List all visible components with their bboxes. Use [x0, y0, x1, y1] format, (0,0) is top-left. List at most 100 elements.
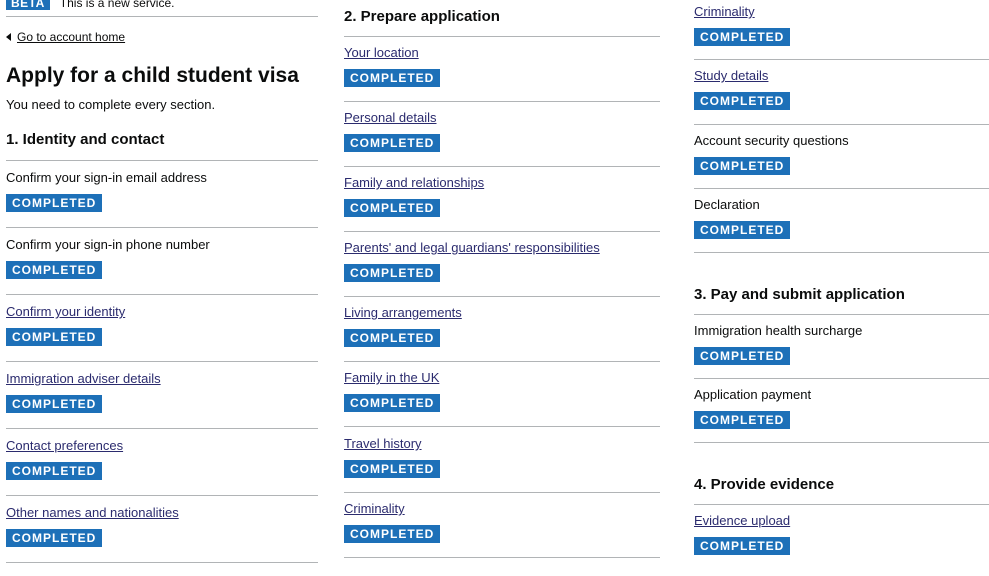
divider [344, 361, 660, 362]
task-link-evidence-upload[interactable]: Evidence upload [694, 513, 790, 528]
status-tag: COMPLETED [6, 194, 103, 212]
divider [694, 188, 989, 189]
task-item: Contact preferences COMPLETED [6, 438, 123, 480]
task-item: Study details COMPLETED [694, 68, 791, 110]
back-link[interactable]: Go to account home [6, 30, 125, 44]
status-tag: COMPLETED [6, 261, 103, 279]
back-link-label: Go to account home [17, 30, 126, 44]
task-link-criminality[interactable]: Criminality [344, 501, 440, 516]
page-title: Apply for a child student visa [6, 64, 299, 87]
task-item: Travel history COMPLETED [344, 436, 441, 478]
status-tag: COMPLETED [344, 460, 441, 478]
page-intro: You need to complete every section. [6, 97, 216, 112]
task-name: Immigration health surcharge [694, 323, 863, 338]
task-item: Criminality COMPLETED [344, 501, 441, 543]
divider [694, 378, 989, 379]
divider [6, 160, 318, 161]
divider [6, 495, 318, 496]
divider [6, 16, 318, 17]
divider [344, 557, 660, 558]
divider [694, 252, 989, 253]
divider [344, 231, 660, 232]
task-item: Account security questions COMPLETED [694, 133, 849, 175]
phase-banner: BETA This is a new service. [6, 0, 174, 11]
status-tag: COMPLETED [6, 462, 103, 480]
divider [694, 59, 989, 60]
task-link-other-names[interactable]: Other names and nationalities [6, 505, 179, 520]
divider [694, 124, 989, 125]
task-link-contact-preferences[interactable]: Contact preferences [6, 438, 123, 453]
status-tag: COMPLETED [344, 394, 441, 412]
beta-tag: BETA [6, 0, 50, 10]
status-tag: COMPLETED [694, 411, 791, 429]
task-link-criminality[interactable]: Criminality [694, 4, 790, 19]
status-tag: COMPLETED [344, 69, 441, 87]
task-item: Declaration COMPLETED [694, 197, 791, 239]
task-name: Account security questions [694, 133, 849, 148]
section-heading-identity: 1. Identity and contact [6, 131, 165, 148]
status-tag: COMPLETED [694, 92, 791, 110]
task-item: Confirm your sign-in phone number COMPLE… [6, 237, 210, 279]
task-item: Immigration health surcharge COMPLETED [694, 323, 862, 365]
task-item: Family and relationships COMPLETED [344, 175, 484, 217]
task-link-family-relationships[interactable]: Family and relationships [344, 175, 484, 190]
section-heading-provide-evidence: 4. Provide evidence [694, 476, 835, 493]
status-tag: COMPLETED [344, 329, 441, 347]
status-tag: COMPLETED [344, 199, 441, 217]
divider [344, 101, 660, 102]
divider [344, 426, 660, 427]
status-tag: COMPLETED [6, 395, 103, 413]
divider [6, 294, 318, 295]
divider [6, 562, 318, 563]
phase-banner-text: This is a new service. [59, 0, 175, 10]
task-name: Application payment [694, 387, 812, 402]
divider [344, 166, 660, 167]
divider [6, 428, 318, 429]
task-item: Confirm your sign-in email address COMPL… [6, 170, 207, 212]
status-tag: COMPLETED [344, 264, 441, 282]
status-tag: COMPLETED [6, 529, 103, 547]
task-item: Parents' and legal guardians' responsibi… [344, 240, 600, 282]
task-item: Confirm your identity COMPLETED [6, 304, 125, 346]
task-item: Immigration adviser details COMPLETED [6, 371, 161, 413]
task-link-your-location[interactable]: Your location [344, 45, 440, 60]
status-tag: COMPLETED [694, 537, 791, 555]
task-item: Your location COMPLETED [344, 45, 441, 87]
task-link-confirm-identity[interactable]: Confirm your identity [6, 304, 125, 319]
status-tag: COMPLETED [344, 134, 441, 152]
task-item: Evidence upload COMPLETED [694, 513, 791, 555]
status-tag: COMPLETED [694, 347, 791, 365]
divider [694, 442, 989, 443]
divider [344, 296, 660, 297]
task-link-travel-history[interactable]: Travel history [344, 436, 440, 451]
status-tag: COMPLETED [694, 221, 791, 239]
section-heading-pay-submit: 3. Pay and submit application [694, 286, 905, 303]
task-name: Confirm your sign-in phone number [6, 237, 210, 252]
divider [694, 504, 989, 505]
divider [344, 36, 660, 37]
task-item: Personal details COMPLETED [344, 110, 441, 152]
task-item: Family in the UK COMPLETED [344, 370, 441, 412]
section-heading-prepare: 2. Prepare application [344, 8, 500, 25]
task-link-living-arrangements[interactable]: Living arrangements [344, 305, 462, 320]
task-link-family-in-uk[interactable]: Family in the UK [344, 370, 440, 385]
status-tag: COMPLETED [694, 157, 791, 175]
back-arrow-icon [6, 33, 11, 41]
divider [344, 492, 660, 493]
task-item: Application payment COMPLETED [694, 387, 811, 429]
divider [6, 361, 318, 362]
task-name: Confirm your sign-in email address [6, 170, 207, 185]
task-link-immigration-adviser[interactable]: Immigration adviser details [6, 371, 161, 386]
status-tag: COMPLETED [344, 525, 441, 543]
task-link-personal-details[interactable]: Personal details [344, 110, 440, 125]
divider [694, 314, 989, 315]
task-item: Criminality COMPLETED [694, 4, 791, 46]
task-name: Declaration [694, 197, 760, 212]
task-link-parents-guardians[interactable]: Parents' and legal guardians' responsibi… [344, 240, 600, 255]
task-link-study-details[interactable]: Study details [694, 68, 790, 83]
status-tag: COMPLETED [694, 28, 791, 46]
task-item: Living arrangements COMPLETED [344, 305, 462, 347]
task-item: Other names and nationalities COMPLETED [6, 505, 179, 547]
divider [6, 227, 318, 228]
status-tag: COMPLETED [6, 328, 103, 346]
